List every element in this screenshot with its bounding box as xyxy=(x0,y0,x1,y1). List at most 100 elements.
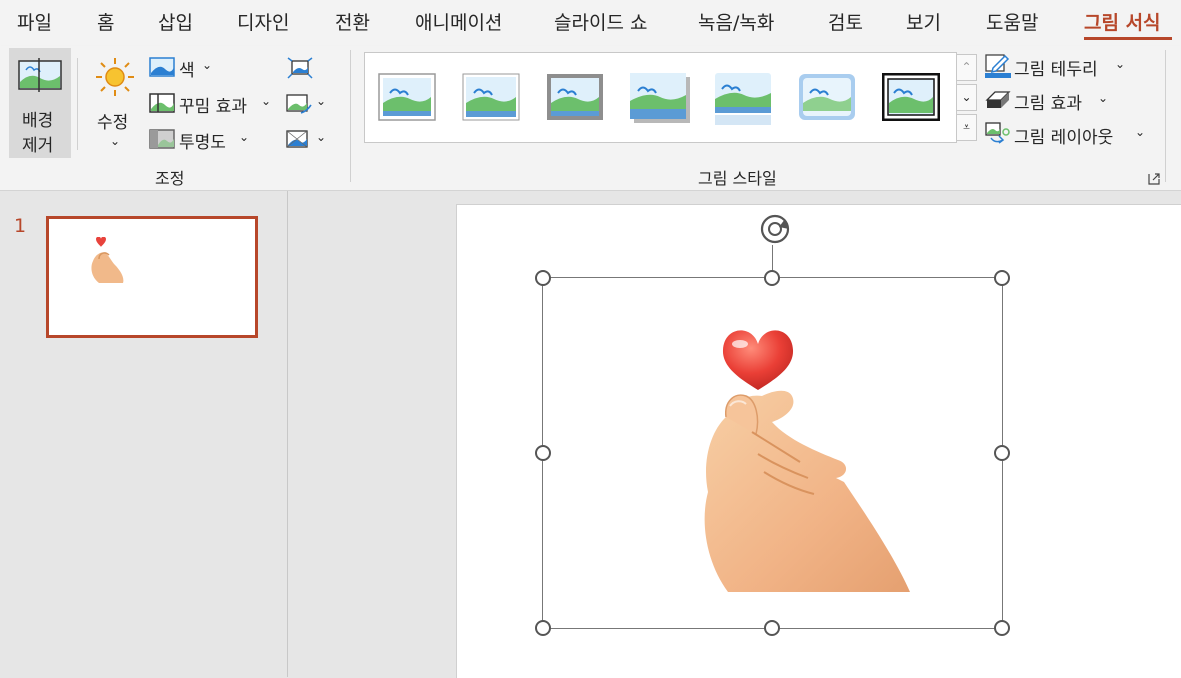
resize-handle-top[interactable] xyxy=(764,270,780,286)
chevron-down-icon: ⌄ xyxy=(316,130,327,144)
resize-handle-bottom-right[interactable] xyxy=(994,620,1010,636)
picture-style-reflected[interactable] xyxy=(714,73,772,125)
group-divider xyxy=(350,50,351,182)
picture-selection-frame[interactable] xyxy=(535,270,1010,636)
picture-effects-button[interactable]: 그림 효과 ⌄ xyxy=(985,86,1113,114)
gallery-scroll-up-button[interactable]: ⌃ xyxy=(956,54,977,81)
finger-heart-image xyxy=(91,237,124,283)
tab-file[interactable]: 파일 xyxy=(17,8,52,35)
reset-picture-button[interactable]: ⌄ xyxy=(285,126,331,154)
artistic-effects-label: 꾸밈 효과 xyxy=(179,97,247,117)
transparency-label: 투명도 xyxy=(179,133,226,153)
chevron-down-icon: ⌄ xyxy=(110,134,121,148)
expand-gallery-icon: ⩡ xyxy=(963,120,970,134)
tab-design[interactable]: 디자인 xyxy=(237,8,289,35)
transparency-icon xyxy=(149,129,175,149)
artistic-effects-icon xyxy=(149,93,175,113)
change-picture-icon xyxy=(286,94,312,114)
resize-handle-bottom-left[interactable] xyxy=(535,620,551,636)
adjust-group-label: 조정 xyxy=(155,169,185,188)
remove-background-label-1: 배경 xyxy=(22,111,54,131)
tab-insert[interactable]: 삽입 xyxy=(158,8,193,35)
picture-style-shadow-rectangle[interactable] xyxy=(546,73,604,121)
picture-layout-icon xyxy=(985,122,1010,144)
picture-effects-label: 그림 효과 xyxy=(1014,94,1082,114)
picture-style-thick-black-frame[interactable] xyxy=(881,72,941,122)
picture-style-thumbnail-icon xyxy=(378,73,436,121)
compress-icon xyxy=(287,57,313,79)
resize-handle-top-right[interactable] xyxy=(994,270,1010,286)
slide-thumbnail[interactable] xyxy=(46,216,258,338)
picture-border-icon xyxy=(985,54,1011,78)
picture-border-label: 그림 테두리 xyxy=(1014,60,1098,80)
ribbon-tab-bar: 파일 홈 삽입 디자인 전환 애니메이션 슬라이드 쇼 녹음/녹화 검토 보기 … xyxy=(0,0,1181,46)
tab-view[interactable]: 보기 xyxy=(906,8,941,35)
transparency-button[interactable]: 투명도 ⌄ xyxy=(149,126,257,154)
chevron-down-icon: ⌄ xyxy=(961,90,972,104)
picture-style-drop-shadow[interactable] xyxy=(630,73,690,123)
resize-handle-bottom[interactable] xyxy=(764,620,780,636)
picture-effects-icon xyxy=(985,91,1011,108)
chevron-down-icon: ⌄ xyxy=(1098,91,1109,105)
picture-style-thumbnail-icon xyxy=(630,73,690,123)
remove-background-button[interactable]: 배경 제거 xyxy=(9,48,71,158)
rotate-handle-icon[interactable] xyxy=(755,209,795,249)
picture-styles-group-label: 그림 스타일 xyxy=(698,169,777,188)
picture-styles-dialog-launcher[interactable] xyxy=(1148,170,1160,185)
tab-recording[interactable]: 녹음/녹화 xyxy=(698,8,774,35)
resize-handle-top-left[interactable] xyxy=(535,270,551,286)
slide-editor-area xyxy=(288,191,1181,678)
resize-handle-left[interactable] xyxy=(535,445,551,461)
gallery-more-button[interactable]: ⩡ xyxy=(956,114,977,141)
color-icon xyxy=(149,57,175,77)
picture-style-thumbnail-icon xyxy=(462,73,520,121)
chevron-down-icon: ⌄ xyxy=(202,58,213,72)
divider xyxy=(1165,50,1166,182)
picture-style-thumbnail-icon xyxy=(881,72,941,122)
picture-style-thin-frame[interactable] xyxy=(462,73,520,121)
slides-panel: 1 xyxy=(0,191,288,677)
divider xyxy=(77,58,78,150)
color-label: 색 xyxy=(179,61,195,81)
compress-pictures-button[interactable] xyxy=(285,54,315,82)
tab-help[interactable]: 도움말 xyxy=(986,8,1038,35)
chevron-down-icon: ⌄ xyxy=(316,94,327,108)
finger-heart-image xyxy=(704,330,910,592)
chevron-down-icon: ⌄ xyxy=(261,94,272,108)
tab-picture-format[interactable]: 그림 서식 xyxy=(1084,8,1161,35)
picture-style-thumbnail-icon xyxy=(547,74,603,120)
picture-style-simple-frame[interactable] xyxy=(378,73,436,121)
chevron-down-icon: ⌄ xyxy=(1135,125,1146,139)
tab-home[interactable]: 홈 xyxy=(97,8,114,35)
gallery-scroll-down-button[interactable]: ⌄ xyxy=(956,84,977,111)
corrections-button[interactable]: 수정 ⌄ xyxy=(88,50,144,150)
picture-style-thumbnail-icon xyxy=(715,73,771,125)
picture-styles-gallery xyxy=(364,52,957,143)
change-picture-button[interactable]: ⌄ xyxy=(285,90,331,118)
color-button[interactable]: 색 ⌄ xyxy=(149,54,215,82)
reset-picture-icon xyxy=(286,130,308,148)
picture-layout-label: 그림 레이아웃 xyxy=(1014,128,1114,148)
remove-background-icon xyxy=(18,58,62,92)
remove-background-label-2: 제거 xyxy=(22,136,54,156)
picture-style-thumbnail-icon xyxy=(799,74,855,120)
tab-slideshow[interactable]: 슬라이드 쇼 xyxy=(554,8,647,35)
sun-icon xyxy=(96,58,134,96)
artistic-effects-button[interactable]: 꾸밈 효과 ⌄ xyxy=(149,90,277,118)
chevron-down-icon: ⌄ xyxy=(1115,57,1126,71)
tab-transitions[interactable]: 전환 xyxy=(335,8,370,35)
slide-number: 1 xyxy=(14,215,27,237)
picture-border-button[interactable]: 그림 테두리 ⌄ xyxy=(985,52,1130,80)
corrections-label: 수정 xyxy=(97,113,129,133)
tab-animations[interactable]: 애니메이션 xyxy=(415,8,502,35)
dialog-launcher-icon xyxy=(1148,173,1160,185)
ribbon: 배경 제거 수정 ⌄ 색 ⌄ 꾸밈 효과 ⌄ 투명도 ⌄ ⌄ ⌄ 조정 ⌃ ⌄ … xyxy=(0,46,1181,191)
active-tab-indicator xyxy=(1084,37,1172,40)
tab-review[interactable]: 검토 xyxy=(828,8,863,35)
chevron-up-icon: ⌃ xyxy=(961,60,972,74)
picture-style-soft-edge[interactable] xyxy=(798,73,856,121)
slide-canvas[interactable] xyxy=(456,204,1181,678)
picture-layout-button[interactable]: 그림 레이아웃 ⌄ xyxy=(985,120,1150,148)
resize-handle-right[interactable] xyxy=(994,445,1010,461)
chevron-down-icon: ⌄ xyxy=(239,130,250,144)
